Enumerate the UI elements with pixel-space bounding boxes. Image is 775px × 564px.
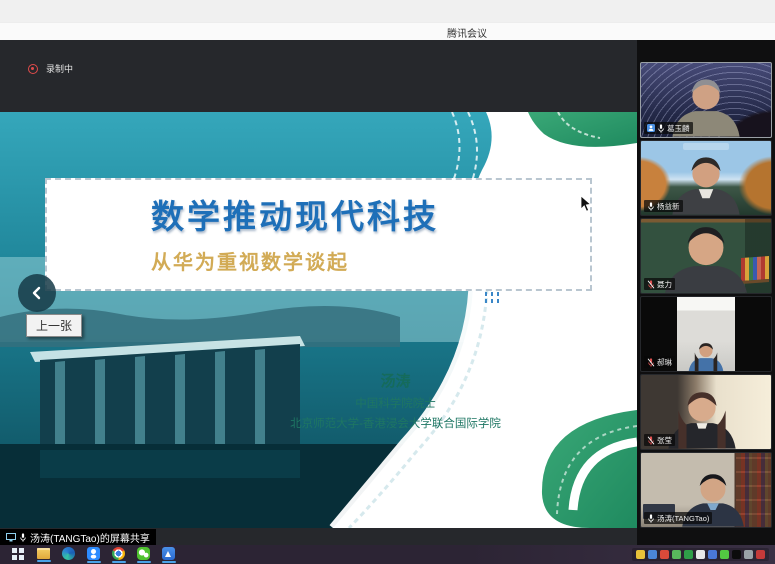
recording-dot-icon bbox=[28, 64, 38, 74]
slide-subtitle: 从华为重视数学谈起 bbox=[151, 246, 580, 275]
chrome-button[interactable] bbox=[106, 546, 131, 563]
file-explorer-button[interactable] bbox=[31, 546, 56, 562]
participant-name: 郝琳 bbox=[657, 357, 672, 368]
speaker-block: 汤涛 中国科学院院士 北京师范大学-香港浸会大学联合国际学院 bbox=[258, 370, 533, 431]
participant-tile[interactable]: 葛玉麟 bbox=[640, 62, 772, 138]
mic-on-icon bbox=[647, 202, 655, 211]
tray-globe-blue-icon[interactable] bbox=[708, 550, 717, 559]
slide-title-box: 数学推动现代科技 从华为重视数学谈起 bbox=[45, 178, 592, 291]
folder-icon bbox=[37, 548, 50, 559]
participant-nametag: 郝琳 bbox=[644, 356, 675, 368]
participant-tile[interactable]: 杨益新 bbox=[640, 140, 772, 216]
participant-name: 汤涛(TANGTao) bbox=[657, 513, 709, 524]
previous-slide-tooltip: 上一张 bbox=[26, 314, 82, 337]
tray-mountain-blue-icon[interactable] bbox=[648, 550, 657, 559]
slide-background-art bbox=[0, 112, 637, 528]
participant-name: 聂力 bbox=[657, 279, 672, 290]
share-mic-icon bbox=[19, 533, 27, 542]
shared-screen-slide: 数学推动现代科技 从华为重视数学谈起 汤涛 中国科学院院士 北京师范大学-香港浸… bbox=[0, 112, 637, 528]
blue-tick-marks bbox=[485, 292, 499, 306]
meeting-app-icon bbox=[87, 547, 100, 560]
tray-qq-icon[interactable] bbox=[732, 550, 741, 559]
taskbar-apps bbox=[6, 546, 181, 563]
participant-name: 杨益新 bbox=[657, 201, 680, 212]
mic-muted-icon bbox=[647, 436, 655, 445]
recording-indicator: 录制中 bbox=[28, 62, 73, 75]
edge-icon bbox=[62, 547, 75, 560]
mic-on-icon bbox=[657, 124, 665, 133]
virtual-bg-watermark bbox=[683, 143, 729, 150]
green-leaf-shape bbox=[528, 112, 637, 147]
screen: 腾讯会议 录制中 bbox=[0, 0, 775, 564]
participant-tile[interactable]: 郝琳 bbox=[640, 296, 772, 372]
tray-shield-green-icon[interactable] bbox=[684, 550, 693, 559]
slide-title: 数学推动现代科技 bbox=[151, 190, 580, 238]
tencent-meeting-button[interactable] bbox=[81, 546, 106, 563]
window-title: 腾讯会议 bbox=[447, 25, 487, 40]
wechat-icon bbox=[137, 547, 150, 560]
tray-display-gray-icon[interactable] bbox=[744, 550, 753, 559]
participant-nametag: 张莹 bbox=[644, 434, 675, 446]
titlebar-lower-strip bbox=[0, 22, 775, 40]
windows-start-button[interactable] bbox=[6, 546, 31, 563]
participant-nametag: 杨益新 bbox=[644, 200, 683, 212]
previous-slide-button[interactable] bbox=[18, 274, 56, 312]
mountain-app-icon bbox=[162, 547, 175, 560]
participant-tile[interactable]: 汤涛(TANGTao) bbox=[640, 452, 772, 528]
participant-tile[interactable]: 张莹 bbox=[640, 374, 772, 450]
participant-name: 葛玉麟 bbox=[667, 123, 690, 134]
host-badge-icon bbox=[647, 124, 655, 132]
windows-logo-icon bbox=[12, 547, 25, 560]
participant-video-strip: 葛玉麟 杨益新 bbox=[637, 40, 775, 545]
tray-mic-white-icon[interactable] bbox=[696, 550, 705, 559]
mic-on-icon bbox=[647, 514, 655, 523]
recording-label: 录制中 bbox=[46, 62, 73, 75]
screen-share-label-bar: 汤涛(TANGTao)的屏幕共享 bbox=[0, 529, 156, 545]
tray-bubble-green-icon[interactable] bbox=[720, 550, 729, 559]
tray-yellow-icon[interactable] bbox=[636, 550, 645, 559]
participant-nametag: 汤涛(TANGTao) bbox=[644, 512, 712, 524]
tray-clover-green-icon[interactable] bbox=[672, 550, 681, 559]
meeting-main-area: 录制中 bbox=[0, 40, 775, 545]
participant-nametag: 聂力 bbox=[644, 278, 675, 290]
wechat-button[interactable] bbox=[131, 546, 156, 563]
participant-tile[interactable]: 聂力 bbox=[640, 218, 772, 294]
blue-app-button[interactable] bbox=[156, 546, 181, 563]
participant-video-silhouette bbox=[683, 312, 730, 371]
speaker-name: 汤涛 bbox=[258, 370, 533, 391]
chevron-left-icon bbox=[29, 285, 45, 301]
chrome-icon bbox=[112, 547, 125, 560]
windows-taskbar bbox=[0, 545, 775, 564]
mic-muted-icon bbox=[647, 358, 655, 367]
monitor-icon bbox=[6, 533, 16, 542]
speaker-title: 中国科学院院士 bbox=[258, 395, 533, 411]
system-tray bbox=[632, 548, 769, 561]
edge-button[interactable] bbox=[56, 546, 81, 563]
tray-red-icon[interactable] bbox=[660, 550, 669, 559]
tray-alert-red-icon[interactable] bbox=[756, 550, 765, 559]
speaker-affiliation: 北京师范大学-香港浸会大学联合国际学院 bbox=[258, 415, 533, 431]
mouse-cursor bbox=[580, 195, 592, 213]
mic-muted-icon bbox=[647, 280, 655, 289]
participant-name: 张莹 bbox=[657, 435, 672, 446]
window-titlebar: 腾讯会议 bbox=[0, 0, 775, 40]
participant-nametag: 葛玉麟 bbox=[644, 122, 693, 134]
screen-share-label: 汤涛(TANGTao)的屏幕共享 bbox=[30, 530, 150, 545]
